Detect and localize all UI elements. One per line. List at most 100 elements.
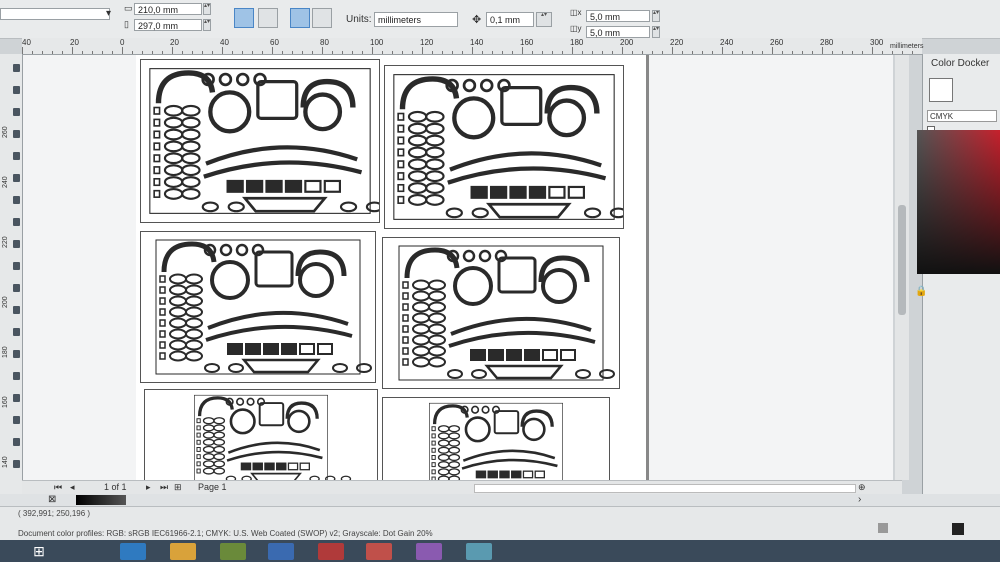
page-height-field[interactable]: 297,0 mm: [134, 19, 202, 31]
cut-layout-tile[interactable]: [144, 389, 378, 480]
duplicate-x-spinner[interactable]: ▴▾: [652, 10, 660, 22]
color-model-dropdown[interactable]: CMYK: [927, 110, 997, 122]
app-icon-8[interactable]: [466, 543, 492, 560]
ruler-tick-mark: [592, 51, 593, 54]
tool-icon[interactable]: [13, 372, 20, 380]
ruler-tick-mark: [442, 51, 443, 54]
page-tab[interactable]: Page 1: [198, 482, 227, 492]
cut-shapes: [155, 239, 396, 375]
drawing-page[interactable]: [136, 55, 654, 480]
zoom-navigator-icon[interactable]: ⊕: [858, 482, 866, 493]
ruler-tick-label: 80: [320, 38, 329, 47]
ruler-tick-mark: [252, 51, 253, 54]
tool-icon[interactable]: [13, 152, 20, 160]
tool-icon[interactable]: [13, 438, 20, 446]
color-profile-info[interactable]: Document color profiles: RGB: sRGB IEC61…: [18, 529, 433, 538]
ruler-tick-label: 140: [2, 456, 9, 468]
windows-start-icon[interactable]: ⊞: [26, 543, 52, 560]
cut-layout-tile[interactable]: [384, 65, 654, 229]
nudge-icon: ✥: [472, 14, 482, 26]
app-icon-6[interactable]: [366, 543, 392, 560]
ruler-tick-mark: [292, 51, 293, 54]
cut-layout-tile[interactable]: [140, 59, 410, 223]
current-page-button[interactable]: [312, 8, 332, 28]
ruler-tick-label: 40: [22, 38, 31, 47]
ruler-tick-mark: [862, 51, 863, 54]
ruler-tick-mark: [262, 51, 263, 54]
duplicate-y-field[interactable]: 5,0 mm: [586, 26, 650, 38]
lock-icon[interactable]: 🔒: [915, 286, 927, 297]
ruler-tick-label: 260: [2, 126, 9, 138]
tool-icon[interactable]: [13, 218, 20, 226]
tool-icon[interactable]: [13, 174, 20, 182]
units-dropdown[interactable]: millimeters: [374, 12, 458, 27]
fill-color-icon[interactable]: [952, 523, 964, 535]
height-icon: ▯: [124, 19, 129, 29]
tool-icon[interactable]: [13, 350, 20, 358]
tool-icon[interactable]: [13, 262, 20, 270]
chevron-down-icon[interactable]: ▾: [106, 8, 111, 19]
ruler-tick-label: 160: [2, 396, 9, 408]
ruler-tick-label: 280: [820, 38, 834, 47]
ruler-tick-label: 220: [2, 236, 9, 248]
tool-icon[interactable]: [13, 328, 20, 336]
drawing-canvas[interactable]: [23, 55, 893, 480]
horizontal-ruler[interactable]: 40 20 0 20 40 60 80 100 120 140 160 180 200 220 240 260…: [22, 38, 923, 55]
app-icon-3[interactable]: [220, 543, 246, 560]
app-icon-7[interactable]: [416, 543, 442, 560]
preset-dropdown[interactable]: [0, 8, 110, 20]
cut-layout-tile[interactable]: [140, 231, 396, 383]
add-page-icon[interactable]: ⊞: [174, 482, 182, 493]
tool-icon[interactable]: [13, 394, 20, 402]
ruler-tick-mark: [582, 51, 583, 54]
tool-icon[interactable]: [13, 284, 20, 292]
scroll-thumb[interactable]: [898, 205, 906, 315]
next-page-icon[interactable]: ▸: [146, 482, 151, 493]
tool-icon[interactable]: [13, 460, 20, 468]
horizontal-scrollbar[interactable]: [474, 484, 856, 493]
ruler-tick-mark: [772, 47, 773, 54]
height-spinner[interactable]: ▴▾: [203, 19, 211, 31]
fill-indicator[interactable]: [878, 523, 888, 533]
first-page-icon[interactable]: ⏮: [54, 482, 62, 493]
ruler-tick-mark: [712, 51, 713, 54]
ruler-tick-mark: [22, 47, 23, 54]
palette-swatches[interactable]: [76, 495, 126, 505]
duplicate-y-spinner[interactable]: ▴▾: [652, 26, 660, 38]
vertical-scrollbar[interactable]: [895, 55, 909, 480]
ruler-tick-mark: [572, 47, 573, 54]
app-icon-4[interactable]: [268, 543, 294, 560]
color-picker-field[interactable]: [917, 130, 1000, 274]
no-color-icon[interactable]: ⊠: [48, 494, 56, 505]
folder-icon[interactable]: [170, 543, 196, 560]
width-icon: ▭: [124, 3, 133, 13]
app-icon-5[interactable]: [318, 543, 344, 560]
last-page-icon[interactable]: ⏭: [160, 482, 168, 493]
vertical-ruler[interactable]: 260 240 220 200 180 160 140: [0, 54, 23, 494]
palette-scroll-icon[interactable]: ›: [858, 494, 861, 505]
all-pages-button[interactable]: [290, 8, 310, 28]
portrait-button[interactable]: [234, 8, 254, 28]
tool-icon[interactable]: [13, 86, 20, 94]
tool-icon[interactable]: [13, 64, 20, 72]
tool-icon[interactable]: [13, 240, 20, 248]
tool-icon[interactable]: [13, 196, 20, 204]
nudge-spinner[interactable]: ▴▾: [536, 12, 552, 27]
ruler-tick-mark: [422, 47, 423, 54]
tool-icon[interactable]: [13, 306, 20, 314]
browser-icon[interactable]: [120, 543, 146, 560]
width-spinner[interactable]: ▴▾: [203, 3, 211, 15]
landscape-button[interactable]: [258, 8, 278, 28]
tool-icon[interactable]: [13, 416, 20, 424]
prev-page-icon[interactable]: ◂: [70, 482, 75, 493]
tool-icon[interactable]: [13, 130, 20, 138]
cut-layout-tile[interactable]: [382, 237, 639, 389]
color-swatch[interactable]: [929, 78, 953, 102]
tool-icon[interactable]: [13, 108, 20, 116]
page-width-field[interactable]: 210,0 mm: [134, 3, 202, 15]
ruler-tick-mark: [72, 47, 73, 54]
duplicate-x-field[interactable]: 5,0 mm: [586, 10, 650, 22]
cut-layout-tile[interactable]: [382, 397, 610, 480]
ruler-tick-mark: [872, 47, 873, 54]
nudge-distance-field[interactable]: 0,1 mm: [486, 12, 534, 27]
